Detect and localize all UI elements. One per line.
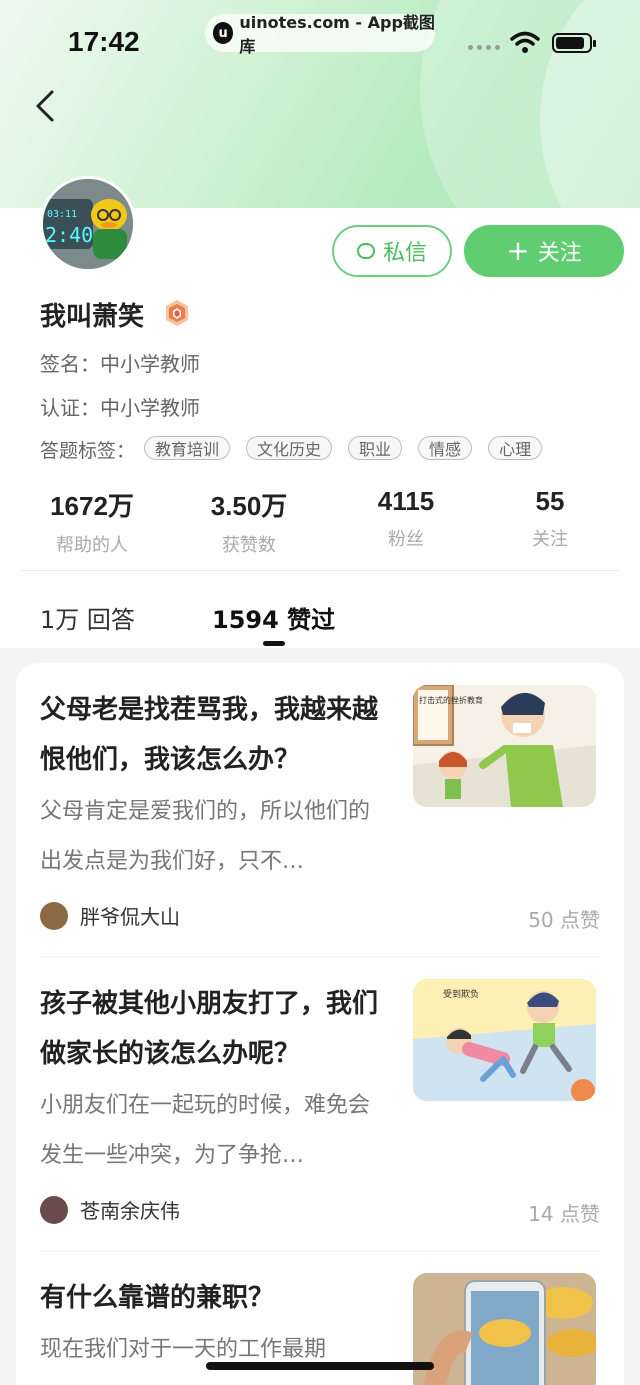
thumbnail-illustration: 受到欺负 [413,979,596,1101]
chat-bubble-icon [356,238,375,259]
list-item[interactable]: 父母老是找茬骂我，我越来越恨他们，我该怎么办？ 父母肯定是爱我们的，所以他们的出… [40,685,600,955]
avatar-clock-line1: 03:11 [47,209,77,220]
item-thumbnail[interactable] [413,1273,596,1385]
tab-answers[interactable]: 1万 回答 [40,600,135,635]
active-tab-indicator [263,641,285,646]
user-name: 我叫萧笑 [40,302,145,332]
answer-tag[interactable]: 教育培训 [144,436,231,460]
answer-list: 父母老是找茬骂我，我越来越恨他们，我该怎么办？ 父母肯定是爱我们的，所以他们的出… [16,663,624,1385]
item-thumbnail[interactable]: 打击式的挫折教育 [413,685,596,807]
item-excerpt: 父母肯定是爱我们的，所以他们的出发点是为我们好，只不… [40,799,371,874]
author-avatar [40,1195,68,1224]
stat-followers-value: 4115 [377,486,435,516]
signature-label: 签名： [40,352,100,376]
stat-likes-label: 获赞数 [222,535,276,556]
watermark-logo: u [213,22,234,44]
item-author[interactable]: 苍南余庆伟 [40,1195,180,1224]
watermark-pill: u uinotes.com - App截图库 [205,13,435,56]
message-button-label: 私信 [382,241,427,266]
certification-value: 中小学教师 [100,396,200,420]
stat-followers-label: 粉丝 [388,529,424,550]
thumbnail-caption: 受到欺负 [443,988,479,1000]
follow-button-label: 关注 [537,241,582,266]
stat-following-value: 55 [535,486,565,516]
item-thumbnail[interactable]: 受到欺负 [413,979,596,1101]
author-avatar [40,901,68,930]
stat-helped[interactable]: 1672万 帮助的人 [22,486,162,557]
divider [22,570,618,571]
stat-helped-value: 1672万 [50,491,134,521]
avatar[interactable]: 03:11 2:40 [40,176,136,272]
status-bar: 17:42 u uinotes.com - App截图库 [0,0,640,84]
item-likes: 14 点赞 [528,1202,600,1226]
certification-row: 认证：中小学教师 [40,392,200,421]
item-title[interactable]: 父母老是找茬骂我，我越来越恨他们，我该怎么办？ [40,685,390,785]
tab-liked[interactable]: 1594 赞过 [212,600,335,635]
avatar-image: 03:11 2:40 [43,179,133,269]
answer-tag[interactable]: 职业 [348,436,403,460]
item-title[interactable]: 孩子被其他小朋友打了，我们做家长的该怎么办呢？ [40,979,390,1079]
item-author[interactable]: 胖爷侃大山 [40,901,180,930]
author-name: 胖爷侃大山 [80,905,180,929]
stat-followers[interactable]: 4115 粉丝 [336,486,476,551]
answer-tags: 教育培训 文化历史 职业 情感 心理 [144,436,543,460]
home-indicator [206,1362,434,1370]
item-separator [40,956,600,957]
item-title[interactable]: 有什么靠谱的兼职？ [40,1273,390,1323]
answer-tags-label: 答题标签： [40,440,136,462]
status-time: 17:42 [68,26,140,57]
thumbnail-illustration: 打击式的挫折教育 [413,685,596,807]
stat-likes-value: 3.50万 [210,491,288,521]
thumbnail-illustration [413,1273,596,1385]
signature-value: 中小学教师 [100,352,200,376]
follow-button[interactable]: + 关注 [464,225,624,277]
author-name: 苍南余庆伟 [80,1199,180,1223]
cellular-signal-icon [468,45,500,50]
signature-row: 签名：中小学教师 [40,348,200,377]
plus-icon: + [506,234,530,267]
message-button[interactable]: 私信 [332,225,452,277]
avatar-clock-line2: 2:40 [45,223,93,247]
item-separator [40,1251,600,1252]
item-likes: 50 点赞 [528,908,600,932]
stat-following[interactable]: 55 关注 [480,486,620,551]
profile-stats: 1672万 帮助的人 3.50万 获赞数 4115 粉丝 55 关注 [22,486,618,556]
verified-badge-icon[interactable] [164,299,190,327]
stat-helped-label: 帮助的人 [56,535,128,556]
list-item[interactable]: 孩子被其他小朋友打了，我们做家长的该怎么办呢？ 小朋友们在一起玩的时候，难免会发… [40,979,600,1249]
wifi-icon [510,31,540,53]
certification-label: 认证： [40,396,100,420]
battery-icon [552,33,596,53]
stat-likes[interactable]: 3.50万 获赞数 [179,486,319,557]
watermark-text: uinotes.com - App截图库 [239,13,435,56]
answer-tag[interactable]: 情感 [418,436,473,460]
answer-tag[interactable]: 文化历史 [246,436,333,460]
back-icon[interactable] [26,84,66,128]
answer-tag[interactable]: 心理 [488,436,543,460]
stat-following-label: 关注 [532,529,568,550]
item-excerpt: 小朋友们在一起玩的时候，难免会发生一些冲突，为了争抢… [40,1093,371,1168]
thumbnail-caption: 打击式的挫折教育 [419,695,483,705]
